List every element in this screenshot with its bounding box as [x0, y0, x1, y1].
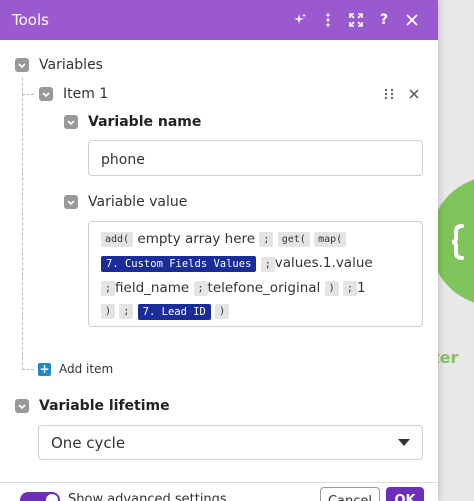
ok-button[interactable]: OK [386, 487, 424, 501]
plus-icon: + [38, 361, 51, 376]
footer-divider [0, 482, 438, 483]
variable-value-section: Variable value [64, 194, 187, 210]
variable-lifetime-select[interactable]: One cycle [38, 425, 423, 460]
collapse-toggle-icon[interactable] [39, 87, 53, 101]
separator-token[interactable]: ; [259, 232, 274, 248]
panel-title: Tools [12, 11, 49, 29]
separator-token[interactable]: ; [193, 280, 208, 296]
item-row: Item 1 [39, 86, 108, 102]
add-item-button[interactable]: + Add item [38, 362, 113, 376]
maximize-icon[interactable] [342, 6, 370, 34]
cancel-button[interactable]: Cancel [320, 487, 380, 501]
function-token[interactable]: add( [101, 232, 134, 248]
close-paren-token[interactable]: ) [101, 304, 116, 320]
collapse-toggle-icon[interactable] [64, 115, 78, 129]
variable-name-section: Variable name [64, 114, 201, 130]
function-token[interactable]: map( [314, 232, 347, 248]
function-token[interactable]: get( [277, 232, 310, 248]
advanced-settings-toggle[interactable] [20, 492, 60, 501]
help-icon[interactable]: ? [370, 6, 398, 34]
variable-value-label: Variable value [88, 194, 188, 210]
variable-value-input[interactable]: add( empty array here ; get( map( 7. Cus… [88, 221, 423, 327]
tools-panel: Tools ? Variables Item 1 Variable name p… [0, 0, 438, 501]
variable-token[interactable]: 7. Lead ID [137, 303, 211, 320]
close-paren-token[interactable]: ) [324, 280, 339, 296]
text-token: empty array here [137, 231, 256, 247]
item-label: Item 1 [63, 86, 109, 102]
collapse-toggle-icon[interactable] [64, 195, 78, 209]
add-item-label: Add item [59, 362, 114, 376]
variable-lifetime-section: Variable lifetime [15, 398, 170, 414]
tree-line [22, 78, 23, 370]
variable-lifetime-label: Variable lifetime [39, 398, 170, 414]
separator-token[interactable]: ; [260, 256, 275, 272]
tree-line [22, 369, 34, 370]
panel-header: Tools ? [0, 0, 438, 40]
text-token: field_name [115, 279, 190, 296]
variable-name-input[interactable]: phone [88, 140, 423, 176]
collapse-toggle-icon[interactable] [15, 58, 29, 72]
close-icon[interactable] [398, 6, 426, 34]
separator-token[interactable]: ; [101, 280, 116, 296]
variable-name-value: phone [101, 152, 145, 168]
toggle-knob [46, 494, 58, 501]
variable-token[interactable]: 7. Custom Fields Values [101, 256, 257, 272]
tree-line [22, 94, 34, 95]
separator-token[interactable]: ; [119, 304, 134, 320]
ai-sparkle-icon[interactable] [286, 6, 314, 34]
dropdown-caret-icon [398, 439, 410, 446]
variable-name-label: Variable name [88, 114, 202, 130]
text-token: telefone_original [207, 279, 321, 296]
text-token: values.1.value [274, 255, 373, 272]
more-options-icon[interactable] [314, 6, 342, 34]
variables-section: Variables [15, 57, 103, 73]
close-paren-token[interactable]: ) [215, 304, 230, 320]
advanced-settings-label: Show advanced settings [68, 492, 227, 501]
text-token: 1 [356, 279, 366, 296]
variables-label: Variables [39, 57, 103, 73]
variable-lifetime-value: One cycle [51, 433, 126, 452]
drag-handle-icon[interactable] [381, 86, 397, 102]
remove-item-icon[interactable] [406, 86, 422, 102]
iterator-module-icon [452, 224, 464, 260]
collapse-toggle-icon[interactable] [15, 399, 29, 413]
separator-token[interactable]: ; [342, 280, 357, 296]
